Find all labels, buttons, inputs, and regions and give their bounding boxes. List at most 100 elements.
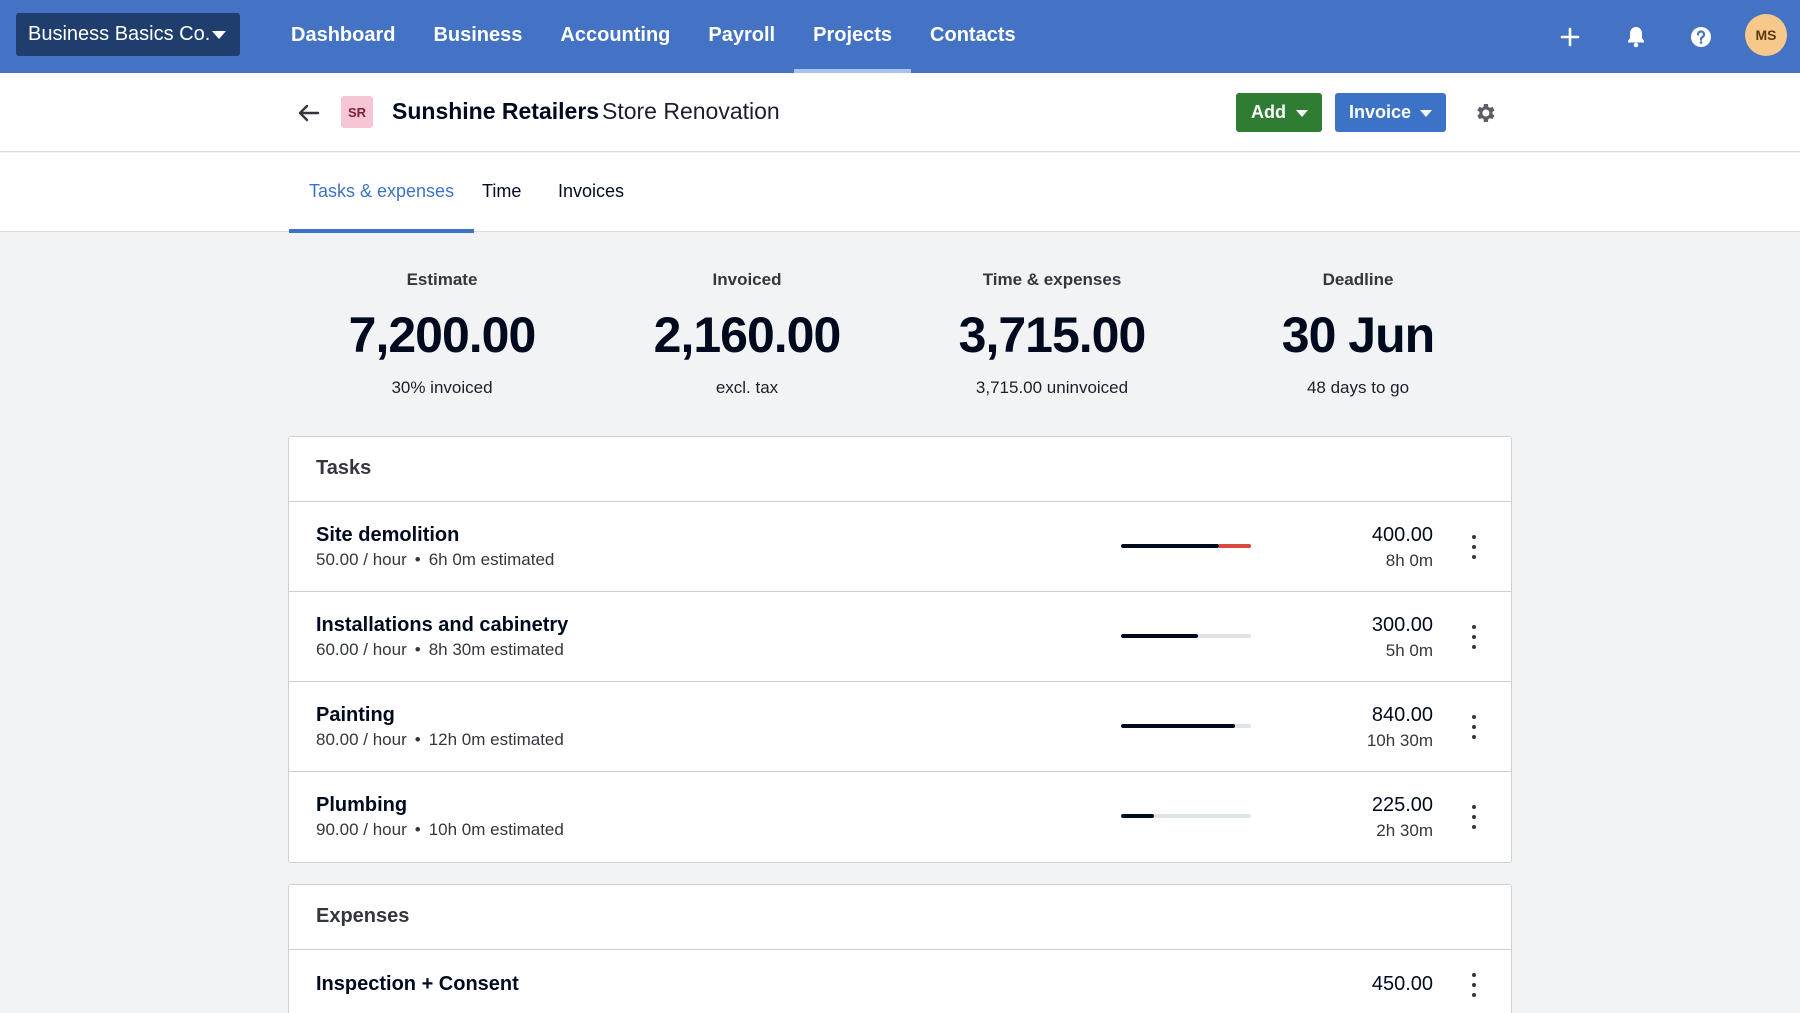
nav-contacts[interactable]: Contacts	[911, 0, 1035, 73]
main-nav: Dashboard Business Accounting Payroll Pr…	[272, 0, 1035, 73]
add-button[interactable]: Add	[1236, 93, 1322, 132]
task-hours: 2h 30m	[1376, 821, 1433, 840]
project-header: SR Sunshine Retailers Store Renovation A…	[0, 73, 1800, 152]
expenses-heading: Expenses	[289, 885, 1511, 950]
progress-fill	[1121, 724, 1235, 728]
task-rate: 50.00 / hour	[316, 550, 407, 569]
task-meta: 60.00 / hour • 8h 30m estimated	[316, 640, 564, 660]
stat-value: 7,200.00	[348, 307, 537, 363]
top-nav: Business Basics Co. Dashboard Business A…	[0, 0, 1800, 73]
nav-accounting[interactable]: Accounting	[541, 0, 689, 73]
stat-sub: 30% invoiced	[391, 378, 493, 397]
nav-payroll[interactable]: Payroll	[689, 0, 794, 73]
task-meta: 90.00 / hour • 10h 0m estimated	[316, 820, 564, 840]
task-meta: 50.00 / hour • 6h 0m estimated	[316, 550, 554, 570]
contact-name[interactable]: Sunshine Retailers	[392, 98, 599, 125]
separator-dot: •	[414, 730, 421, 749]
task-progress-bar	[1121, 814, 1251, 818]
expense-amount: 450.00	[1371, 973, 1433, 995]
task-progress-bar	[1121, 634, 1251, 638]
expenses-card: Expenses Inspection + Consent 450.00	[288, 884, 1512, 1013]
stat-invoiced: Invoiced 2,160.00 excl. tax	[607, 270, 887, 398]
task-estimate: 6h 0m estimated	[428, 550, 555, 569]
back-arrow-icon[interactable]	[295, 99, 323, 127]
task-amount: 225.00	[1371, 794, 1433, 816]
user-avatar[interactable]: MS	[1745, 14, 1787, 56]
task-progress-bar	[1121, 724, 1251, 728]
task-amount: 300.00	[1371, 614, 1433, 636]
task-row[interactable]: Painting 80.00 / hour • 12h 0m estimated 840…	[289, 682, 1511, 772]
more-vertical-icon[interactable]	[1467, 973, 1481, 997]
task-estimate: 12h 0m estimated	[428, 730, 564, 749]
task-name[interactable]: Site demolition	[316, 524, 459, 547]
progress-fill	[1121, 634, 1198, 638]
tab-time[interactable]: Time	[482, 153, 521, 232]
stat-label: Time & expenses	[982, 270, 1122, 289]
separator-dot: •	[414, 640, 421, 659]
task-row[interactable]: Site demolition 50.00 / hour • 6h 0m estima…	[289, 502, 1511, 592]
more-vertical-icon[interactable]	[1467, 805, 1481, 829]
task-row[interactable]: Plumbing 90.00 / hour • 10h 0m estimated 225…	[289, 772, 1511, 862]
nav-business[interactable]: Business	[414, 0, 541, 73]
stat-label: Estimate	[406, 270, 478, 289]
stat-time-expenses: Time & expenses 3,715.00 3,715.00 uninvo…	[912, 270, 1192, 398]
stat-value: 2,160.00	[653, 307, 842, 363]
stat-value: 3,715.00	[958, 307, 1147, 363]
nav-dashboard[interactable]: Dashboard	[272, 0, 414, 73]
task-rate: 90.00 / hour	[316, 820, 407, 839]
plus-icon[interactable]	[1555, 22, 1585, 52]
project-name: Store Renovation	[602, 98, 780, 124]
task-rate: 80.00 / hour	[316, 730, 407, 749]
tasks-card: Tasks Site demolition 50.00 / hour • 6h 0m …	[288, 436, 1512, 863]
expense-name[interactable]: Inspection + Consent	[316, 973, 519, 996]
task-name[interactable]: Plumbing	[316, 794, 407, 817]
task-row[interactable]: Installations and cabinetry 60.00 / hour •…	[289, 592, 1511, 682]
tasks-heading: Tasks	[289, 437, 1511, 502]
invoice-button-label: Invoice	[1349, 102, 1412, 122]
more-vertical-icon[interactable]	[1467, 625, 1481, 649]
tab-invoices[interactable]: Invoices	[558, 153, 624, 232]
expense-row[interactable]: Inspection + Consent 450.00	[289, 950, 1511, 1013]
chevron-down-icon	[1420, 110, 1432, 117]
tab-tasks-expenses[interactable]: Tasks & expenses	[288, 153, 475, 233]
progress-fill	[1121, 814, 1154, 818]
add-button-label: Add	[1251, 102, 1286, 122]
nav-projects[interactable]: Projects	[794, 0, 911, 73]
task-hours: 5h 0m	[1385, 641, 1433, 660]
more-vertical-icon[interactable]	[1467, 715, 1481, 739]
help-icon[interactable]	[1686, 22, 1716, 52]
stat-sub: 3,715.00 uninvoiced	[975, 378, 1129, 397]
org-name: Business Basics Co.	[28, 23, 211, 45]
contact-avatar: SR	[341, 96, 373, 128]
task-amount: 400.00	[1371, 524, 1433, 546]
org-switcher[interactable]: Business Basics Co.	[16, 13, 240, 56]
task-hours: 8h 0m	[1385, 551, 1433, 570]
progress-fill	[1121, 544, 1219, 548]
task-amount: 840.00	[1371, 704, 1433, 726]
progress-over-budget	[1218, 544, 1251, 548]
task-name[interactable]: Installations and cabinetry	[316, 614, 568, 637]
invoice-button[interactable]: Invoice	[1335, 93, 1446, 132]
task-estimate: 8h 30m estimated	[428, 640, 564, 659]
task-progress-bar	[1121, 544, 1251, 548]
task-hours: 10h 30m	[1366, 731, 1433, 750]
stat-value: 30 Jun	[1281, 307, 1435, 363]
stat-estimate: Estimate 7,200.00 30% invoiced	[302, 270, 582, 398]
chevron-down-icon	[212, 31, 226, 39]
task-rate: 60.00 / hour	[316, 640, 407, 659]
separator-dot: •	[414, 820, 421, 839]
tab-bar: Tasks & expenses Time Invoices	[0, 153, 1800, 233]
separator-dot: •	[414, 550, 421, 569]
bell-icon[interactable]	[1621, 22, 1651, 52]
task-meta: 80.00 / hour • 12h 0m estimated	[316, 730, 564, 750]
stat-label: Deadline	[1322, 270, 1394, 289]
stat-sub: 48 days to go	[1306, 378, 1410, 397]
stat-deadline: Deadline 30 Jun 48 days to go	[1218, 270, 1498, 398]
chevron-down-icon	[1296, 110, 1308, 117]
gear-icon[interactable]	[1470, 98, 1500, 128]
more-vertical-icon[interactable]	[1467, 535, 1481, 559]
stat-sub: excl. tax	[715, 378, 779, 397]
stat-label: Invoiced	[712, 270, 782, 289]
task-name[interactable]: Painting	[316, 704, 395, 727]
task-estimate: 10h 0m estimated	[428, 820, 564, 839]
